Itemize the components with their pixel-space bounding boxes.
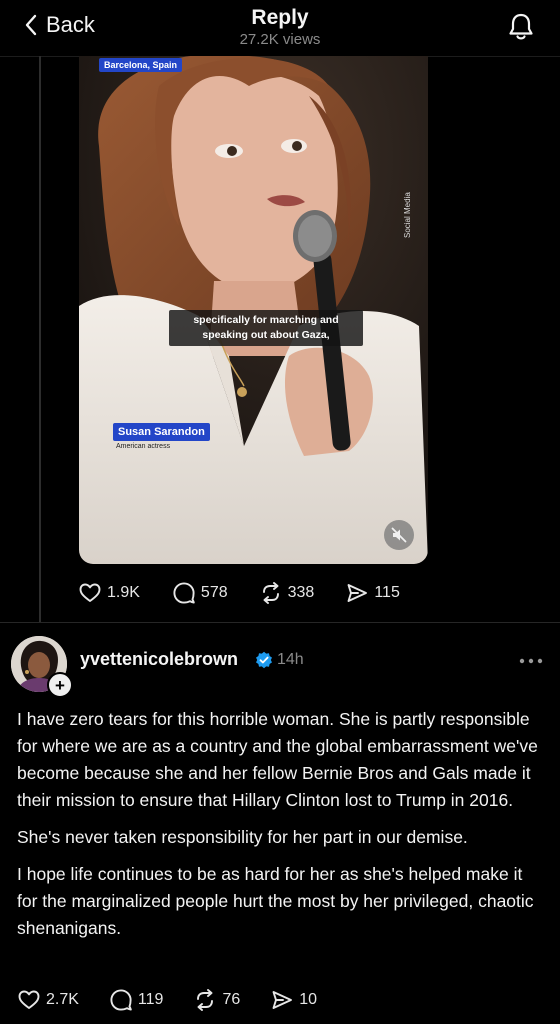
speaker-name-tag: Susan Sarandon bbox=[113, 423, 210, 441]
reply-timestamp: 14h bbox=[277, 651, 304, 668]
reply-body: I have zero tears for this horrible woma… bbox=[17, 706, 547, 952]
page-title-block: Reply 27.2K views bbox=[0, 6, 560, 50]
speaker-muted-icon bbox=[391, 527, 407, 543]
heart-icon bbox=[18, 990, 40, 1009]
reply-share-count: 10 bbox=[299, 991, 318, 1008]
share-button[interactable]: 115 bbox=[346, 582, 400, 604]
reply-comment-count: 119 bbox=[137, 991, 164, 1008]
share-count: 115 bbox=[374, 584, 400, 601]
top-bar: Back Reply 27.2K views bbox=[0, 0, 560, 57]
location-tag: Barcelona, Spain bbox=[99, 58, 183, 72]
follow-plus-button[interactable]: + bbox=[47, 672, 73, 698]
reply-comment-button[interactable]: 119 bbox=[110, 989, 164, 1011]
like-count: 1.9K bbox=[107, 584, 140, 601]
comment-icon bbox=[173, 582, 195, 604]
like-button[interactable]: 1.9K bbox=[79, 583, 140, 603]
repost-icon bbox=[262, 582, 279, 604]
reply-repost-button[interactable]: 76 bbox=[194, 989, 240, 1011]
send-icon bbox=[272, 991, 293, 1009]
mute-button[interactable] bbox=[384, 520, 414, 550]
reply-like-button[interactable]: 2.7K bbox=[18, 990, 79, 1010]
repost-button[interactable]: 338 bbox=[260, 582, 315, 604]
speaker-subtitle: American actress bbox=[116, 443, 171, 450]
reply-paragraph: I have zero tears for this horrible woma… bbox=[17, 709, 538, 810]
reply-paragraph: I hope life continues to be as hard for … bbox=[17, 864, 534, 938]
notification-bell-button[interactable] bbox=[508, 12, 534, 47]
reply-paragraph: She's never taken responsibility for her… bbox=[17, 827, 468, 847]
parent-post-actions: 1.9K 578 338 115 bbox=[79, 582, 400, 604]
reply-like-count: 2.7K bbox=[46, 991, 79, 1008]
repost-icon bbox=[197, 989, 214, 1011]
view-count: 27.2K views bbox=[239, 31, 321, 48]
repost-count: 338 bbox=[287, 584, 315, 601]
comment-icon bbox=[110, 989, 132, 1011]
heart-icon bbox=[79, 583, 101, 602]
reply-post-actions: 2.7K 119 76 10 bbox=[18, 989, 317, 1011]
comment-button[interactable]: 578 bbox=[173, 582, 228, 604]
page-title: Reply bbox=[251, 6, 309, 29]
verified-badge-icon bbox=[256, 651, 272, 669]
thread-connector-line bbox=[39, 56, 41, 622]
reply-repost-count: 76 bbox=[222, 991, 241, 1008]
reply-username[interactable]: yvettenicolebrown bbox=[80, 649, 238, 670]
post-divider bbox=[0, 622, 560, 623]
video-credit: Social Media bbox=[403, 192, 412, 238]
bell-icon bbox=[509, 13, 533, 40]
reply-share-button[interactable]: 10 bbox=[271, 989, 317, 1011]
send-icon bbox=[347, 584, 368, 602]
video-player[interactable]: Barcelona, Spain Social Media specifical… bbox=[79, 56, 428, 564]
comment-count: 578 bbox=[200, 584, 228, 601]
more-options-icon[interactable] bbox=[519, 658, 543, 664]
video-caption: specifically for marching and speaking o… bbox=[169, 310, 363, 346]
